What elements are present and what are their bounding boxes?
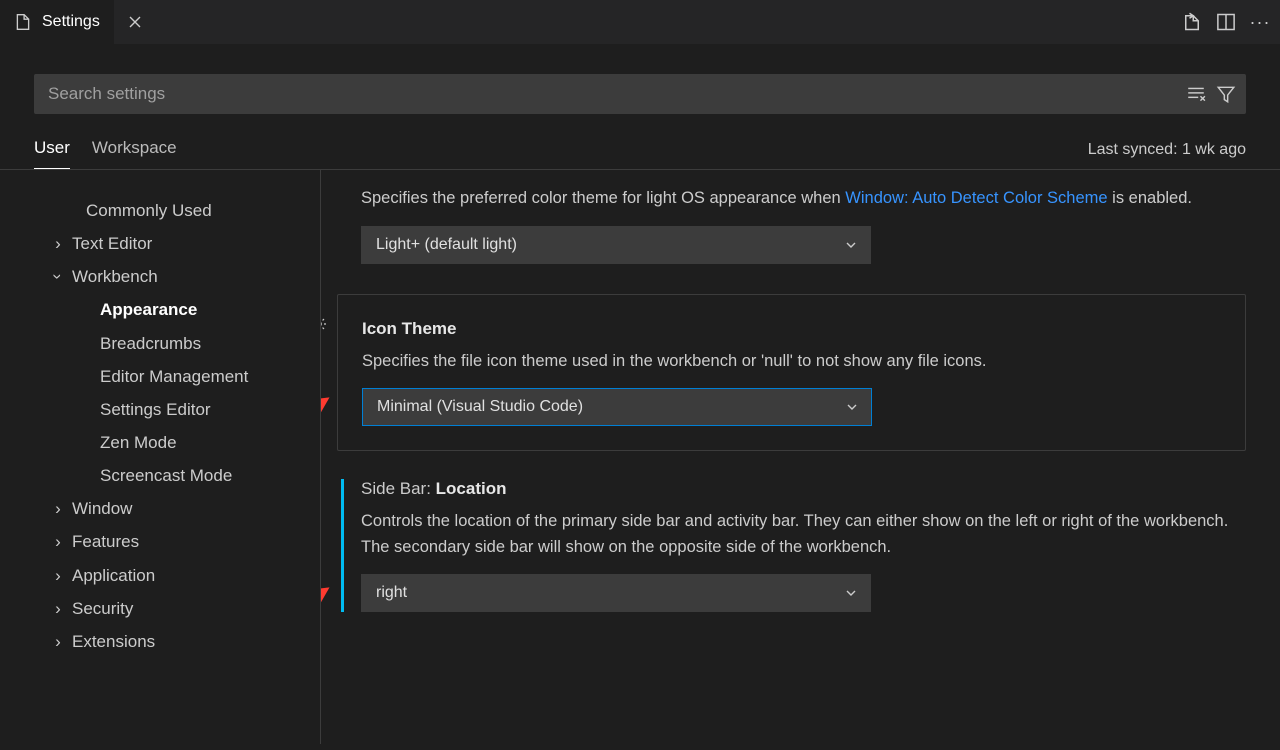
- tree-extensions[interactable]: ›Extensions: [50, 625, 320, 658]
- chevron-down-icon: [844, 586, 858, 600]
- tab-bar-left: Settings: [0, 0, 156, 44]
- search-section: [0, 44, 1280, 130]
- setting-preferred-light-theme: Specifies the preferred color theme for …: [361, 186, 1246, 264]
- chevron-right-icon: ›: [50, 492, 66, 525]
- dropdown-value: Minimal (Visual Studio Code): [377, 398, 583, 416]
- tab-bar-right: ···: [1182, 12, 1270, 32]
- tree-screencast-mode[interactable]: Screencast Mode: [50, 459, 320, 492]
- tree-settings-editor[interactable]: Settings Editor: [50, 393, 320, 426]
- settings-search[interactable]: [34, 74, 1246, 114]
- clear-filter-icon[interactable]: [1186, 84, 1206, 104]
- chevron-down-icon: [844, 238, 858, 252]
- setting-title: Icon Theme: [362, 319, 1225, 339]
- split-editor-icon[interactable]: [1216, 12, 1236, 32]
- annotation-arrow: [320, 585, 333, 611]
- tab-bar: Settings ···: [0, 0, 1280, 44]
- dropdown-value: right: [376, 584, 407, 602]
- chevron-right-icon: ›: [50, 559, 66, 592]
- settings-tree: Commonly Used ›Text Editor ›Workbench Ap…: [0, 170, 320, 744]
- chevron-down-icon: [845, 400, 859, 414]
- dropdown-value: Light+ (default light): [376, 236, 517, 254]
- scope-tabs: User Workspace: [34, 138, 177, 169]
- more-actions-icon[interactable]: ···: [1250, 12, 1270, 32]
- file-icon: [14, 13, 32, 31]
- search-actions: [1186, 84, 1236, 104]
- tree-window[interactable]: ›Window: [50, 492, 320, 525]
- tree-zen-mode[interactable]: Zen Mode: [50, 426, 320, 459]
- setting-sidebar-location: Side Bar: Location Controls the location…: [361, 479, 1246, 612]
- dropdown-light-theme[interactable]: Light+ (default light): [361, 226, 871, 264]
- setting-icon-theme: Icon Theme Specifies the file icon theme…: [337, 294, 1246, 452]
- search-input[interactable]: [48, 84, 1186, 104]
- filter-icon[interactable]: [1216, 84, 1236, 104]
- dropdown-icon-theme[interactable]: Minimal (Visual Studio Code): [362, 388, 872, 426]
- tree-features[interactable]: ›Features: [50, 525, 320, 558]
- tree-text-editor[interactable]: ›Text Editor: [50, 227, 320, 260]
- annotation-arrow: [320, 395, 333, 421]
- chevron-right-icon: ›: [50, 525, 66, 558]
- scope-row: User Workspace Last synced: 1 wk ago: [0, 130, 1280, 170]
- chevron-right-icon: ›: [50, 592, 66, 625]
- tree-editor-management[interactable]: Editor Management: [50, 360, 320, 393]
- settings-body: Commonly Used ›Text Editor ›Workbench Ap…: [0, 170, 1280, 744]
- open-changes-icon[interactable]: [1182, 12, 1202, 32]
- gear-icon[interactable]: [320, 315, 328, 333]
- scope-tab-workspace[interactable]: Workspace: [92, 138, 177, 169]
- link-auto-detect-color-scheme[interactable]: Window: Auto Detect Color Scheme: [845, 189, 1107, 207]
- tree-commonly-used[interactable]: Commonly Used: [50, 194, 320, 227]
- chevron-right-icon: ›: [50, 227, 66, 260]
- tab-settings[interactable]: Settings: [0, 0, 114, 44]
- setting-description: Specifies the file icon theme used in th…: [362, 349, 1225, 375]
- sync-status: Last synced: 1 wk ago: [1088, 141, 1246, 169]
- chevron-down-icon: ›: [41, 269, 74, 285]
- scope-tab-user[interactable]: User: [34, 138, 70, 169]
- setting-title: Side Bar: Location: [361, 479, 1246, 499]
- settings-content: Specifies the preferred color theme for …: [320, 170, 1280, 744]
- tree-breadcrumbs[interactable]: Breadcrumbs: [50, 327, 320, 360]
- close-icon[interactable]: [114, 11, 156, 33]
- tab-title: Settings: [42, 13, 100, 31]
- setting-description: Controls the location of the primary sid…: [361, 509, 1246, 560]
- tree-security[interactable]: ›Security: [50, 592, 320, 625]
- setting-description: Specifies the preferred color theme for …: [361, 186, 1246, 212]
- chevron-right-icon: ›: [50, 625, 66, 658]
- tree-workbench[interactable]: ›Workbench: [50, 260, 320, 293]
- modified-indicator: [341, 479, 344, 612]
- tree-appearance[interactable]: Appearance: [50, 293, 320, 326]
- tree-application[interactable]: ›Application: [50, 559, 320, 592]
- dropdown-sidebar-location[interactable]: right: [361, 574, 871, 612]
